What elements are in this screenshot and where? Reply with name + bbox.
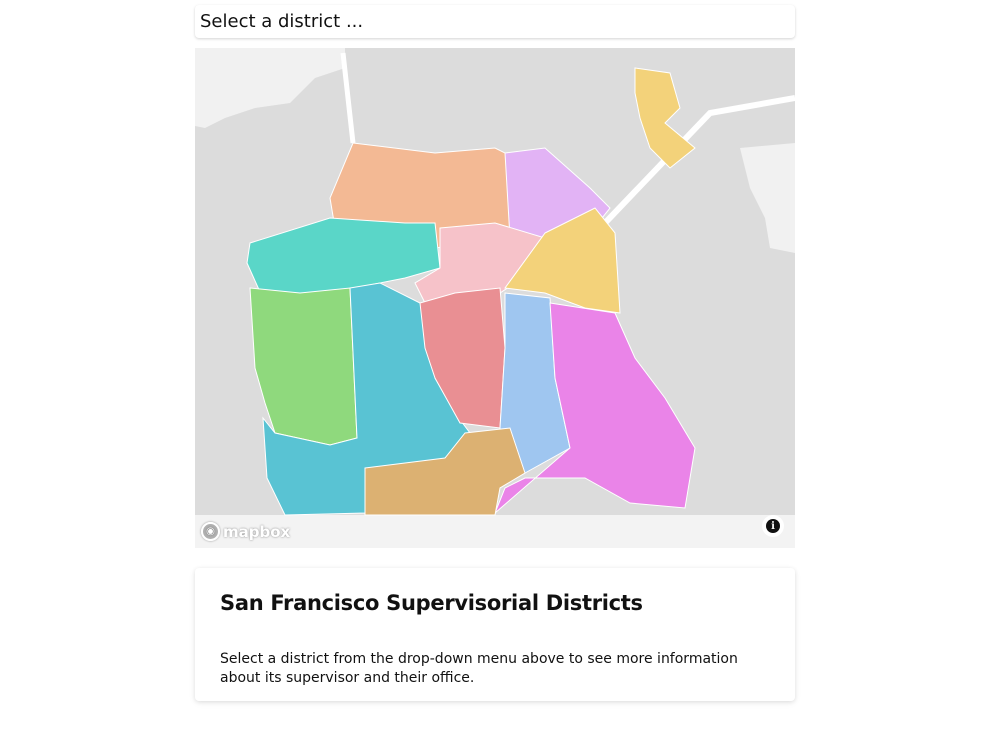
info-icon: i (766, 519, 780, 533)
map-canvas[interactable] (195, 48, 795, 548)
info-card-title: San Francisco Supervisorial Districts (220, 591, 643, 615)
info-card-description: Select a district from the drop-down men… (220, 651, 738, 686)
district-map[interactable]: ◉ mapbox i (195, 48, 795, 548)
mapbox-icon: ◉ (201, 522, 220, 541)
mapbox-logo-text: mapbox (223, 522, 291, 541)
mapbox-logo[interactable]: ◉ mapbox (201, 522, 290, 541)
district-select-placeholder: Select a district ... (200, 11, 364, 32)
attribution-info-button[interactable]: i (762, 515, 784, 537)
district-select[interactable]: Select a district ... (195, 5, 795, 38)
info-card: San Francisco Supervisorial Districts Se… (195, 568, 795, 701)
